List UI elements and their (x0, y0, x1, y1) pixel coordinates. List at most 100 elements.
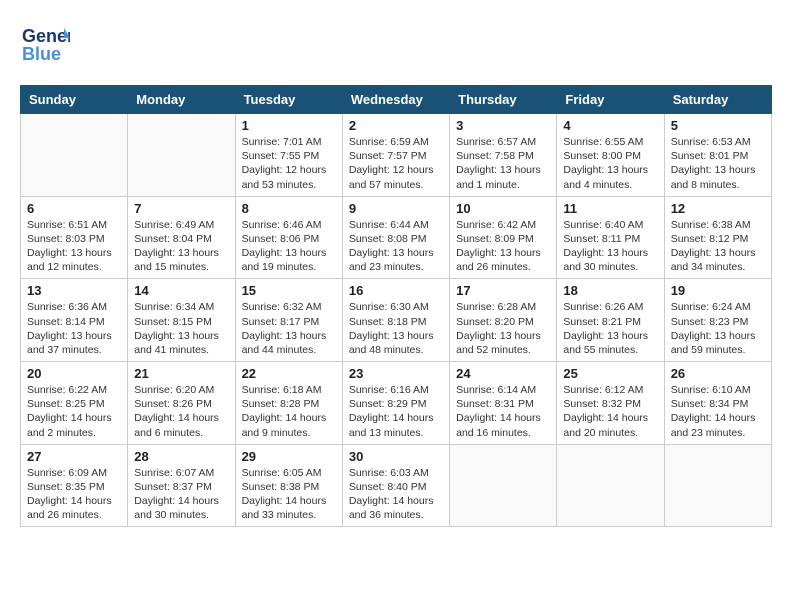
day-number: 22 (242, 366, 336, 381)
day-of-week-header: Sunday (21, 86, 128, 114)
day-info: Sunrise: 6:40 AM Sunset: 8:11 PM Dayligh… (563, 218, 657, 275)
day-number: 17 (456, 283, 550, 298)
day-info: Sunrise: 6:22 AM Sunset: 8:25 PM Dayligh… (27, 383, 121, 440)
day-number: 2 (349, 118, 443, 133)
svg-text:General: General (22, 26, 70, 46)
day-info: Sunrise: 6:18 AM Sunset: 8:28 PM Dayligh… (242, 383, 336, 440)
day-info: Sunrise: 6:55 AM Sunset: 8:00 PM Dayligh… (563, 135, 657, 192)
day-info: Sunrise: 6:09 AM Sunset: 8:35 PM Dayligh… (27, 466, 121, 523)
day-number: 23 (349, 366, 443, 381)
calendar-cell: 8 Sunrise: 6:46 AM Sunset: 8:06 PM Daylig… (235, 196, 342, 279)
day-info: Sunrise: 6:07 AM Sunset: 8:37 PM Dayligh… (134, 466, 228, 523)
calendar-cell: 24 Sunrise: 6:14 AM Sunset: 8:31 PM Dayli… (450, 362, 557, 445)
day-number: 6 (27, 201, 121, 216)
day-of-week-header: Saturday (664, 86, 771, 114)
calendar-cell: 19 Sunrise: 6:24 AM Sunset: 8:23 PM Dayli… (664, 279, 771, 362)
day-number: 20 (27, 366, 121, 381)
day-of-week-header: Friday (557, 86, 664, 114)
day-number: 27 (27, 449, 121, 464)
day-info: Sunrise: 6:34 AM Sunset: 8:15 PM Dayligh… (134, 300, 228, 357)
calendar-cell: 17 Sunrise: 6:28 AM Sunset: 8:20 PM Dayli… (450, 279, 557, 362)
calendar-cell: 4 Sunrise: 6:55 AM Sunset: 8:00 PM Daylig… (557, 114, 664, 197)
calendar-cell: 18 Sunrise: 6:26 AM Sunset: 8:21 PM Dayli… (557, 279, 664, 362)
calendar-cell: 23 Sunrise: 6:16 AM Sunset: 8:29 PM Dayli… (342, 362, 449, 445)
day-number: 30 (349, 449, 443, 464)
logo: General Blue (20, 20, 70, 75)
day-info: Sunrise: 6:36 AM Sunset: 8:14 PM Dayligh… (27, 300, 121, 357)
day-info: Sunrise: 6:05 AM Sunset: 8:38 PM Dayligh… (242, 466, 336, 523)
day-number: 10 (456, 201, 550, 216)
calendar-cell: 12 Sunrise: 6:38 AM Sunset: 8:12 PM Dayli… (664, 196, 771, 279)
day-info: Sunrise: 6:38 AM Sunset: 8:12 PM Dayligh… (671, 218, 765, 275)
calendar-cell: 22 Sunrise: 6:18 AM Sunset: 8:28 PM Dayli… (235, 362, 342, 445)
day-of-week-header: Thursday (450, 86, 557, 114)
day-number: 3 (456, 118, 550, 133)
day-info: Sunrise: 6:26 AM Sunset: 8:21 PM Dayligh… (563, 300, 657, 357)
day-info: Sunrise: 6:49 AM Sunset: 8:04 PM Dayligh… (134, 218, 228, 275)
day-number: 29 (242, 449, 336, 464)
day-number: 24 (456, 366, 550, 381)
day-info: Sunrise: 6:28 AM Sunset: 8:20 PM Dayligh… (456, 300, 550, 357)
day-info: Sunrise: 6:42 AM Sunset: 8:09 PM Dayligh… (456, 218, 550, 275)
calendar-cell: 21 Sunrise: 6:20 AM Sunset: 8:26 PM Dayli… (128, 362, 235, 445)
calendar-cell: 1 Sunrise: 7:01 AM Sunset: 7:55 PM Daylig… (235, 114, 342, 197)
calendar-cell: 10 Sunrise: 6:42 AM Sunset: 8:09 PM Dayli… (450, 196, 557, 279)
day-info: Sunrise: 6:44 AM Sunset: 8:08 PM Dayligh… (349, 218, 443, 275)
day-info: Sunrise: 6:32 AM Sunset: 8:17 PM Dayligh… (242, 300, 336, 357)
calendar-week-row: 20 Sunrise: 6:22 AM Sunset: 8:25 PM Dayli… (21, 362, 772, 445)
day-number: 12 (671, 201, 765, 216)
calendar-cell: 26Sunrise: 6:10 AM Sunset: 8:34 PM Dayli… (664, 362, 771, 445)
calendar-cell: 11 Sunrise: 6:40 AM Sunset: 8:11 PM Dayli… (557, 196, 664, 279)
calendar-cell: 13 Sunrise: 6:36 AM Sunset: 8:14 PM Dayli… (21, 279, 128, 362)
day-info: Sunrise: 6:20 AM Sunset: 8:26 PM Dayligh… (134, 383, 228, 440)
calendar-cell: 16Sunrise: 6:30 AM Sunset: 8:18 PM Dayli… (342, 279, 449, 362)
day-number: 13 (27, 283, 121, 298)
day-info: Sunrise: 6:51 AM Sunset: 8:03 PM Dayligh… (27, 218, 121, 275)
calendar-cell (664, 444, 771, 527)
calendar-cell: 27 Sunrise: 6:09 AM Sunset: 8:35 PM Dayli… (21, 444, 128, 527)
day-number: 18 (563, 283, 657, 298)
day-number: 19 (671, 283, 765, 298)
day-number: 15 (242, 283, 336, 298)
day-number: 26 (671, 366, 765, 381)
calendar-table: SundayMondayTuesdayWednesdayThursdayFrid… (20, 85, 772, 527)
day-number: 21 (134, 366, 228, 381)
calendar-cell (128, 114, 235, 197)
calendar-cell: 7 Sunrise: 6:49 AM Sunset: 8:04 PM Daylig… (128, 196, 235, 279)
day-number: 11 (563, 201, 657, 216)
day-number: 7 (134, 201, 228, 216)
day-number: 8 (242, 201, 336, 216)
calendar-cell: 9 Sunrise: 6:44 AM Sunset: 8:08 PM Daylig… (342, 196, 449, 279)
calendar-cell: 25Sunrise: 6:12 AM Sunset: 8:32 PM Dayli… (557, 362, 664, 445)
day-of-week-header: Wednesday (342, 86, 449, 114)
calendar-week-row: 6 Sunrise: 6:51 AM Sunset: 8:03 PM Daylig… (21, 196, 772, 279)
calendar-cell: 30 Sunrise: 6:03 AM Sunset: 8:40 PM Dayli… (342, 444, 449, 527)
day-info: Sunrise: 6:46 AM Sunset: 8:06 PM Dayligh… (242, 218, 336, 275)
day-number: 16 (349, 283, 443, 298)
day-info: Sunrise: 6:16 AM Sunset: 8:29 PM Dayligh… (349, 383, 443, 440)
calendar-cell: 20 Sunrise: 6:22 AM Sunset: 8:25 PM Dayli… (21, 362, 128, 445)
calendar-cell: 28 Sunrise: 6:07 AM Sunset: 8:37 PM Dayli… (128, 444, 235, 527)
calendar-week-row: 27 Sunrise: 6:09 AM Sunset: 8:35 PM Dayli… (21, 444, 772, 527)
calendar-header-row: SundayMondayTuesdayWednesdayThursdayFrid… (21, 86, 772, 114)
day-info: Sunrise: 7:01 AM Sunset: 7:55 PM Dayligh… (242, 135, 336, 192)
calendar-cell: 14Sunrise: 6:34 AM Sunset: 8:15 PM Dayli… (128, 279, 235, 362)
calendar-cell: 15 Sunrise: 6:32 AM Sunset: 8:17 PM Dayli… (235, 279, 342, 362)
calendar-week-row: 1 Sunrise: 7:01 AM Sunset: 7:55 PM Daylig… (21, 114, 772, 197)
day-number: 9 (349, 201, 443, 216)
day-of-week-header: Tuesday (235, 86, 342, 114)
day-info: Sunrise: 6:14 AM Sunset: 8:31 PM Dayligh… (456, 383, 550, 440)
day-number: 25 (563, 366, 657, 381)
day-info: Sunrise: 6:24 AM Sunset: 8:23 PM Dayligh… (671, 300, 765, 357)
day-info: Sunrise: 6:57 AM Sunset: 7:58 PM Dayligh… (456, 135, 550, 192)
calendar-cell: 2 Sunrise: 6:59 AM Sunset: 7:57 PM Daylig… (342, 114, 449, 197)
day-info: Sunrise: 6:59 AM Sunset: 7:57 PM Dayligh… (349, 135, 443, 192)
calendar-cell: 29 Sunrise: 6:05 AM Sunset: 8:38 PM Dayli… (235, 444, 342, 527)
calendar-cell (557, 444, 664, 527)
day-number: 4 (563, 118, 657, 133)
calendar-cell: 6 Sunrise: 6:51 AM Sunset: 8:03 PM Daylig… (21, 196, 128, 279)
day-number: 1 (242, 118, 336, 133)
svg-text:Blue: Blue (22, 44, 61, 64)
day-info: Sunrise: 6:03 AM Sunset: 8:40 PM Dayligh… (349, 466, 443, 523)
day-number: 28 (134, 449, 228, 464)
